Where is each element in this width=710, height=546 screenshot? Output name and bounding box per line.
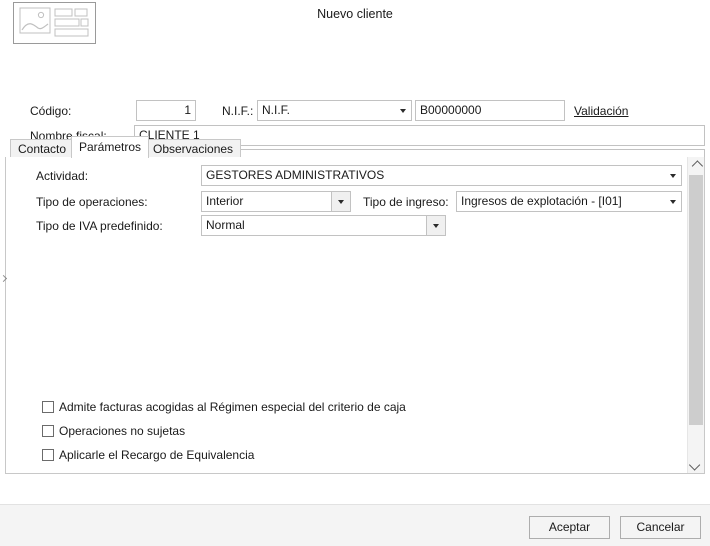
tab-parametros[interactable]: Parámetros xyxy=(71,136,150,158)
parametros-form: Actividad: GESTORES ADMINISTRATIVOS Tipo… xyxy=(6,157,687,473)
tipo-ingreso-select[interactable]: Ingresos de explotación - [I01] xyxy=(456,191,682,212)
chevron-down-icon[interactable] xyxy=(427,215,446,236)
chevron-down-icon xyxy=(664,166,681,185)
checkbox-label-operaciones-no-sujetas: Operaciones no sujetas xyxy=(59,424,186,438)
chevron-down-icon[interactable] xyxy=(332,191,351,212)
dialog-title: Nuevo cliente xyxy=(317,7,393,21)
checkbox-row-ventanilla-unica[interactable]: Declarar en el sistema de ventanilla úni… xyxy=(42,473,281,474)
chevron-down-icon xyxy=(394,101,411,120)
nif-type-value: N.I.F. xyxy=(262,103,291,117)
tipo-iva-select[interactable]: Normal xyxy=(201,215,446,236)
checkbox-label-recargo-equivalencia: Aplicarle el Recargo de Equivalencia xyxy=(59,448,255,462)
tipo-operaciones-select[interactable]: Interior xyxy=(201,191,351,212)
dialog-header: Nuevo cliente xyxy=(0,0,710,46)
chevron-down-icon xyxy=(664,192,681,211)
checkbox-row-operaciones-no-sujetas[interactable]: Operaciones no sujetas xyxy=(42,424,185,438)
parametros-panel: Actividad: GESTORES ADMINISTRATIVOS Tipo… xyxy=(5,157,705,474)
tipo-operaciones-value: Interior xyxy=(201,191,332,212)
tipo-ingreso-label: Tipo de ingreso: xyxy=(363,195,449,209)
tipo-iva-value: Normal xyxy=(201,215,427,236)
checkbox-row-recargo-equivalencia[interactable]: Aplicarle el Recargo de Equivalencia xyxy=(42,448,254,462)
dialog-footer: Aceptar Cancelar xyxy=(0,504,710,546)
checkbox-row-criterio-caja[interactable]: Admite facturas acogidas al Régimen espe… xyxy=(42,400,406,414)
cancelar-button[interactable]: Cancelar xyxy=(620,516,701,539)
tipo-iva-label: Tipo de IVA predefinido: xyxy=(36,219,163,233)
tab-observaciones[interactable]: Observaciones xyxy=(145,139,242,158)
tipo-ingreso-value: Ingresos de explotación - [I01] xyxy=(461,194,622,208)
actividad-value: GESTORES ADMINISTRATIVOS xyxy=(206,168,385,182)
tabstrip: Contacto Parámetros Observaciones xyxy=(5,136,705,158)
codigo-label: Código: xyxy=(30,104,72,118)
panel-expander-chevron-icon[interactable] xyxy=(0,258,7,298)
validacion-link[interactable]: Validación xyxy=(574,104,628,118)
scroll-up-arrow-icon[interactable] xyxy=(688,157,704,174)
aceptar-button[interactable]: Aceptar xyxy=(529,516,610,539)
nif-type-select[interactable]: N.I.F. xyxy=(257,100,412,121)
actividad-select[interactable]: GESTORES ADMINISTRATIVOS xyxy=(201,165,682,186)
vertical-scrollbar[interactable] xyxy=(687,157,704,473)
checkbox-recargo-equivalencia[interactable] xyxy=(42,449,54,461)
codigo-input[interactable]: 1 xyxy=(136,100,196,121)
checkbox-label-ventanilla-unica: Declarar en el sistema de ventanilla úni… xyxy=(59,473,281,474)
actividad-label: Actividad: xyxy=(36,169,89,183)
scrollbar-thumb[interactable] xyxy=(689,175,703,425)
checkbox-criterio-caja[interactable] xyxy=(42,401,54,413)
nif-number-input[interactable]: B00000000 xyxy=(415,100,565,121)
tipo-operaciones-label: Tipo de operaciones: xyxy=(36,195,148,209)
nif-label: N.I.F.: xyxy=(222,104,254,118)
identity-fields-section: Código: 1 N.I.F.: N.I.F. B00000000 Valid… xyxy=(0,46,710,170)
scroll-down-arrow-icon[interactable] xyxy=(688,456,704,473)
checkbox-operaciones-no-sujetas[interactable] xyxy=(42,425,54,437)
tab-contacto[interactable]: Contacto xyxy=(10,139,75,158)
checkbox-label-criterio-caja: Admite facturas acogidas al Régimen espe… xyxy=(59,400,406,414)
